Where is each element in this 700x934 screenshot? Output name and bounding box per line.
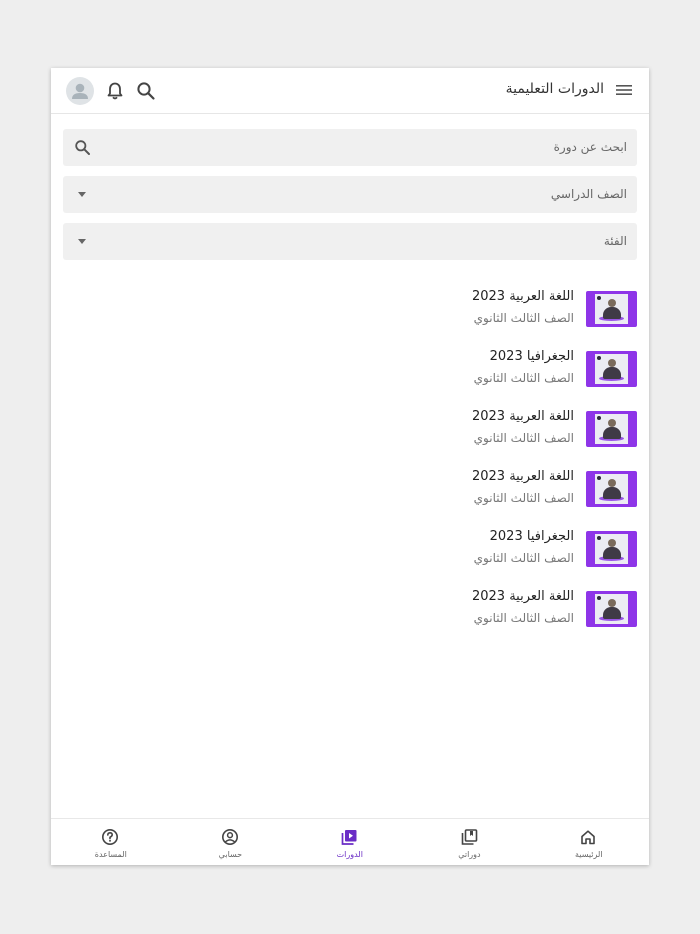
course-title: اللغة العربية 2023 [471,589,574,604]
nav-item-label: الرئيسية [575,850,603,859]
library-icon [461,829,477,845]
grade-select[interactable]: الصف الدراسي [63,176,637,213]
course-thumbnail [586,291,637,327]
course-thumbnail [586,531,637,567]
notifications-bell-icon[interactable] [105,81,125,101]
course-thumbnail [586,411,637,447]
category-select[interactable]: الفئة [63,223,637,260]
course-grade: الصف الثالث الثانوي [473,311,574,325]
person-icon [72,83,88,99]
account-circle-icon [221,829,238,845]
nav-item-label: الدورات [336,850,363,859]
course-search-input[interactable]: ابحث عن دورة [63,129,637,166]
course-thumbnail [586,351,637,387]
chevron-down-icon [78,239,86,244]
course-item[interactable]: اللغة العربية 2023 الصف الثالث الثانوي [237,469,637,509]
category-select-label: الفئة [603,234,627,248]
search-icon[interactable] [136,81,156,101]
course-grade: الصف الثالث الثانوي [473,611,574,625]
nav-item-my-courses[interactable]: دوراتي [410,819,530,865]
course-thumbnail [586,591,637,627]
nav-item-help[interactable]: المساعدة [51,819,171,865]
course-grade: الصف الثالث الثانوي [473,551,574,565]
video-library-icon [341,830,357,845]
nav-item-label: حسابي [218,850,243,859]
nav-item-courses[interactable]: الدورات [290,819,410,865]
app-bar: الدورات التعليمية [51,68,649,114]
menu-icon[interactable] [615,81,633,99]
chevron-down-icon [78,192,86,197]
bottom-navigation: الرئيسية دوراتي الدورات حسابي المساعدة [51,818,649,865]
course-title: اللغة العربية 2023 [471,409,574,424]
home-icon [581,830,595,845]
nav-item-label: دوراتي [458,850,481,859]
course-title: الجغرافيا 2023 [489,529,574,544]
app-frame: الدورات التعليمية ابحث عن دورة الصف الدر… [51,68,649,865]
course-item[interactable]: اللغة العربية 2023 الصف الثالث الثانوي [237,589,637,629]
course-title: الجغرافيا 2023 [489,349,574,364]
course-title: اللغة العربية 2023 [471,469,574,484]
course-thumbnail [586,471,637,507]
course-item[interactable]: الجغرافيا 2023 الصف الثالث الثانوي [237,529,637,569]
course-grade: الصف الثالث الثانوي [473,371,574,385]
nav-item-label: المساعدة [94,850,127,859]
help-icon [102,829,118,845]
course-title: اللغة العربية 2023 [471,289,574,304]
search-placeholder: ابحث عن دورة [553,140,627,154]
search-icon [75,140,90,155]
course-grade: الصف الثالث الثانوي [473,431,574,445]
nav-item-account[interactable]: حسابي [171,819,291,865]
page-title: الدورات التعليمية [505,81,604,97]
nav-item-home[interactable]: الرئيسية [529,819,649,865]
course-item[interactable]: اللغة العربية 2023 الصف الثالث الثانوي [237,409,637,449]
course-item[interactable]: اللغة العربية 2023 الصف الثالث الثانوي [237,289,637,329]
course-item[interactable]: الجغرافيا 2023 الصف الثالث الثانوي [237,349,637,389]
grade-select-label: الصف الدراسي [550,187,627,201]
course-grade: الصف الثالث الثانوي [473,491,574,505]
avatar[interactable] [66,77,94,105]
